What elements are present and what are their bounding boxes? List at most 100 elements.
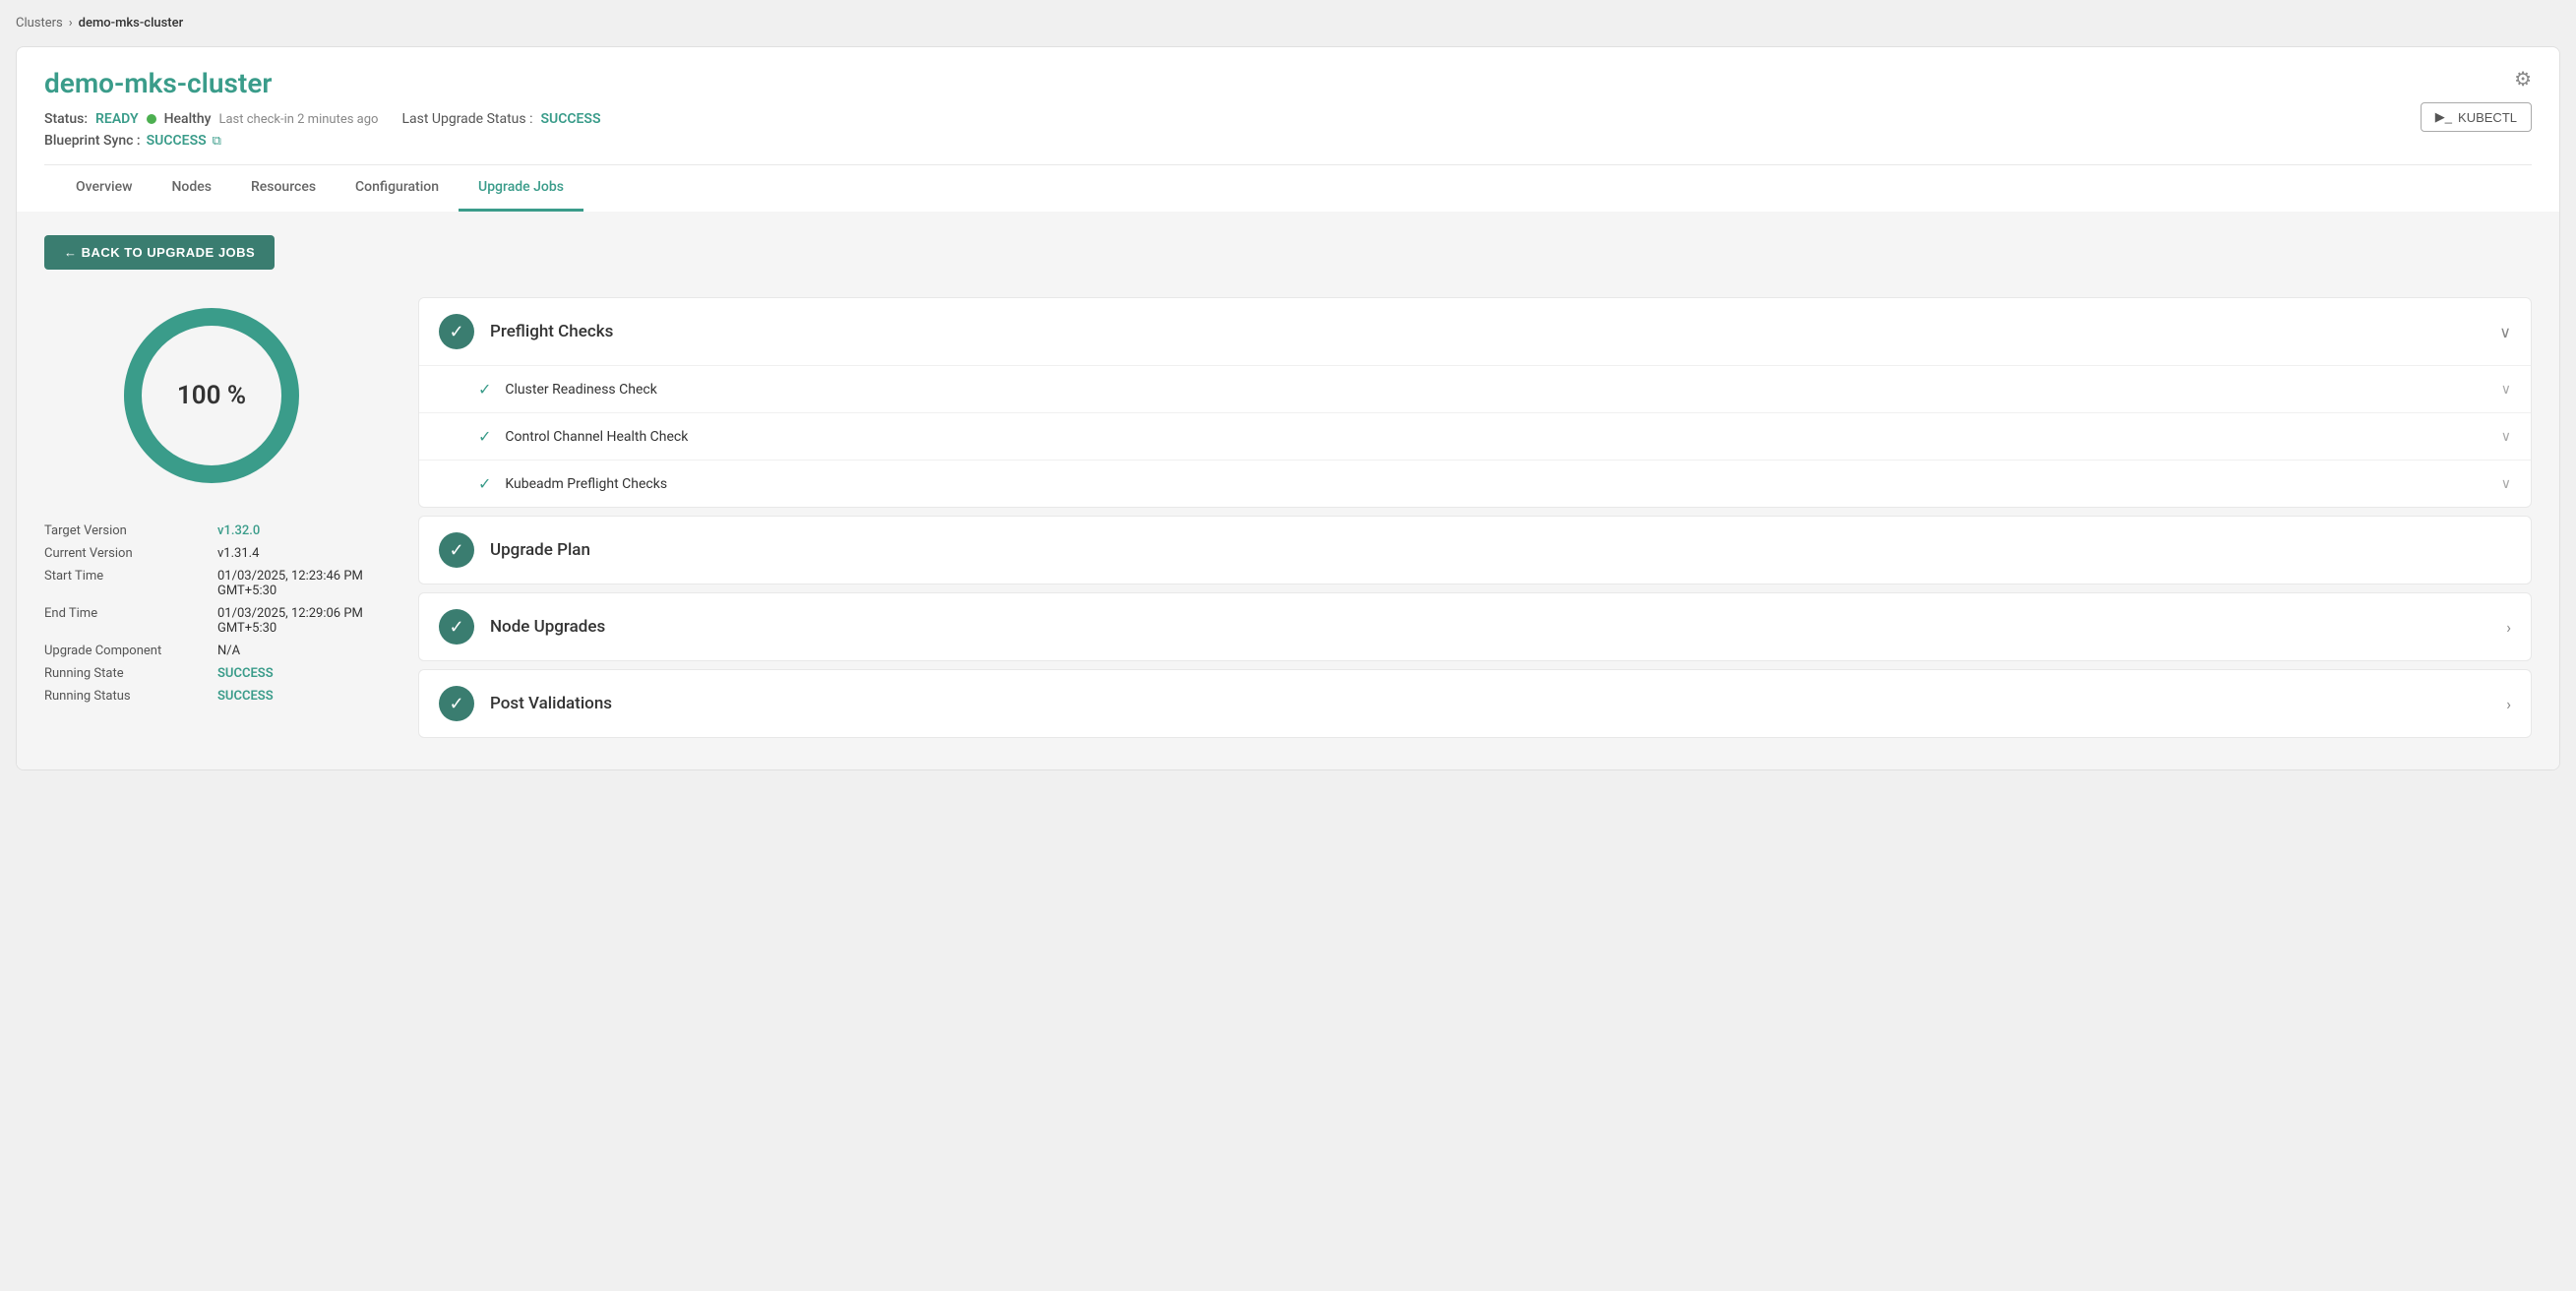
upgrade-status-row: Last Upgrade Status : SUCCESS — [401, 111, 600, 127]
preflight-chevron: ∨ — [2499, 323, 2511, 341]
info-component: Upgrade Component N/A — [44, 644, 379, 658]
step-node-upgrades-header[interactable]: ✓ Node Upgrades › — [419, 593, 2531, 660]
page-wrapper: Clusters › demo-mks-cluster demo-mks-clu… — [0, 0, 2576, 1291]
cluster-header-top: demo-mks-cluster Status: READY Healthy L… — [44, 67, 2532, 153]
info-end-time: End Time 01/03/2025, 12:29:06 PM GMT+5:3… — [44, 606, 379, 636]
control-channel-title: Control Channel Health Check — [505, 429, 2486, 445]
donut-chart: 100 % — [113, 297, 310, 494]
info-target-version: Target Version v1.32.0 — [44, 523, 379, 538]
status-row: Status: READY Healthy Last check-in 2 mi… — [44, 111, 378, 127]
cluster-title: demo-mks-cluster — [44, 67, 601, 99]
cluster-readiness-chevron: ∨ — [2501, 382, 2511, 398]
info-current-version: Current Version v1.31.4 — [44, 546, 379, 561]
kubectl-icon: ▶_ — [2435, 109, 2452, 125]
step-node-upgrades: ✓ Node Upgrades › — [418, 592, 2532, 661]
running-status-label: Running Status — [44, 689, 202, 704]
status-ready-value: READY — [95, 111, 139, 127]
post-validations-title: Post Validations — [490, 694, 2490, 713]
end-time-value: 01/03/2025, 12:29:06 PM GMT+5:30 — [217, 606, 379, 636]
kubeadm-chevron: ∨ — [2501, 476, 2511, 492]
kubeadm-check-icon: ✓ — [478, 474, 491, 493]
step-post-validations: ✓ Post Validations › — [418, 669, 2532, 738]
header-actions: ⚙ ▶_ KUBECTL — [2421, 67, 2532, 132]
preflight-check-circle: ✓ — [439, 314, 474, 349]
end-time-label: End Time — [44, 606, 202, 636]
kubectl-label: KUBECTL — [2458, 110, 2517, 125]
running-status-value: SUCCESS — [217, 689, 274, 704]
info-start-time: Start Time 01/03/2025, 12:23:46 PM GMT+5… — [44, 569, 379, 598]
right-panel: ✓ Preflight Checks ∨ ✓ Cluster Readiness… — [418, 297, 2532, 746]
preflight-children: ✓ Cluster Readiness Check ∨ ✓ Control Ch… — [419, 365, 2531, 507]
post-validations-check-icon: ✓ — [449, 694, 463, 714]
running-state-label: Running State — [44, 666, 202, 681]
running-state-value: SUCCESS — [217, 666, 274, 681]
blueprint-value: SUCCESS — [147, 133, 207, 149]
breadcrumb: Clusters › demo-mks-cluster — [16, 16, 2560, 31]
breadcrumb-current: demo-mks-cluster — [79, 16, 184, 31]
breadcrumb-clusters[interactable]: Clusters — [16, 16, 63, 31]
health-dot — [147, 114, 156, 124]
upgrade-plan-title: Upgrade Plan — [490, 540, 2511, 560]
upgrade-status-value: SUCCESS — [540, 111, 600, 127]
health-label: Healthy — [164, 111, 212, 127]
blueprint-left: Blueprint Sync : SUCCESS ⧉ — [44, 133, 221, 149]
back-to-upgrade-jobs-button[interactable]: ← BACK TO UPGRADE JOBS — [44, 235, 275, 270]
cluster-readiness-check-icon: ✓ — [478, 380, 491, 399]
tab-nodes[interactable]: Nodes — [152, 165, 230, 212]
upgrade-content: ← BACK TO UPGRADE JOBS 100 % Target Vers… — [17, 212, 2559, 769]
tabs-bar: Overview Nodes Resources Configuration U… — [44, 164, 2532, 212]
external-link-icon[interactable]: ⧉ — [213, 134, 221, 149]
cluster-header: demo-mks-cluster Status: READY Healthy L… — [17, 47, 2559, 212]
checkin-time: Last check-in 2 minutes ago — [218, 112, 378, 127]
donut-percentage: 100 % — [177, 381, 246, 410]
step-upgrade-plan: ✓ Upgrade Plan — [418, 516, 2532, 584]
upgrade-body: 100 % Target Version v1.32.0 Current Ver… — [44, 297, 2532, 746]
cluster-meta: Status: READY Healthy Last check-in 2 mi… — [44, 111, 601, 127]
info-running-state: Running State SUCCESS — [44, 666, 379, 681]
target-version-value: v1.32.0 — [217, 523, 260, 538]
kubeadm-title: Kubeadm Preflight Checks — [505, 476, 2486, 492]
step-preflight-header[interactable]: ✓ Preflight Checks ∨ — [419, 298, 2531, 365]
component-value: N/A — [217, 644, 240, 658]
tab-upgrade-jobs[interactable]: Upgrade Jobs — [459, 165, 583, 212]
control-channel-check-icon: ✓ — [478, 427, 491, 446]
status-label: Status: — [44, 111, 88, 127]
sub-step-cluster-readiness[interactable]: ✓ Cluster Readiness Check ∨ — [419, 366, 2531, 413]
post-validations-circle: ✓ — [439, 686, 474, 721]
sub-step-kubeadm[interactable]: ✓ Kubeadm Preflight Checks ∨ — [419, 461, 2531, 507]
step-post-validations-header[interactable]: ✓ Post Validations › — [419, 670, 2531, 737]
node-upgrades-circle: ✓ — [439, 609, 474, 645]
upgrade-plan-circle: ✓ — [439, 532, 474, 568]
tab-overview[interactable]: Overview — [72, 165, 152, 212]
preflight-check-icon: ✓ — [449, 322, 463, 342]
node-upgrades-chevron: › — [2506, 618, 2511, 637]
cluster-readiness-title: Cluster Readiness Check — [505, 382, 2486, 398]
post-validations-chevron: › — [2506, 695, 2511, 713]
breadcrumb-separator: › — [69, 16, 73, 31]
blueprint-label: Blueprint Sync : — [44, 133, 141, 149]
current-version-label: Current Version — [44, 546, 202, 561]
node-upgrades-check-icon: ✓ — [449, 617, 463, 638]
tab-configuration[interactable]: Configuration — [336, 165, 459, 212]
sub-step-control-channel[interactable]: ✓ Control Channel Health Check ∨ — [419, 413, 2531, 461]
start-time-label: Start Time — [44, 569, 202, 598]
kubectl-button[interactable]: ▶_ KUBECTL — [2421, 102, 2532, 132]
cluster-title-section: demo-mks-cluster Status: READY Healthy L… — [44, 67, 601, 153]
step-preflight-checks: ✓ Preflight Checks ∨ ✓ Cluster Readiness… — [418, 297, 2532, 508]
step-upgrade-plan-header[interactable]: ✓ Upgrade Plan — [419, 517, 2531, 584]
component-label: Upgrade Component — [44, 644, 202, 658]
info-table: Target Version v1.32.0 Current Version v… — [44, 523, 379, 711]
node-upgrades-title: Node Upgrades — [490, 617, 2490, 637]
info-running-status: Running Status SUCCESS — [44, 689, 379, 704]
main-card: demo-mks-cluster Status: READY Healthy L… — [16, 46, 2560, 770]
current-version-value: v1.31.4 — [217, 546, 259, 561]
upgrade-status-label: Last Upgrade Status : — [401, 111, 532, 127]
start-time-value: 01/03/2025, 12:23:46 PM GMT+5:30 — [217, 569, 379, 598]
blueprint-row: Blueprint Sync : SUCCESS ⧉ — [44, 133, 601, 149]
target-version-label: Target Version — [44, 523, 202, 538]
gear-icon[interactable]: ⚙ — [2514, 67, 2532, 91]
left-panel: 100 % Target Version v1.32.0 Current Ver… — [44, 297, 379, 711]
upgrade-plan-check-icon: ✓ — [449, 540, 463, 561]
control-channel-chevron: ∨ — [2501, 429, 2511, 445]
tab-resources[interactable]: Resources — [231, 165, 336, 212]
